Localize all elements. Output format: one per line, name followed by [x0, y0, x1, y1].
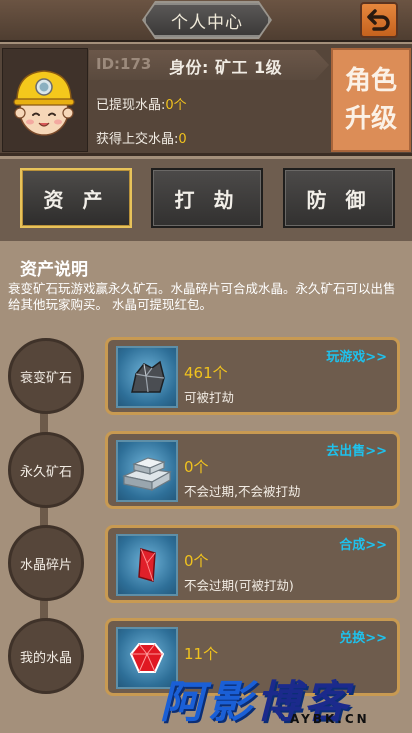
crystal-shard-icon	[116, 534, 178, 596]
asset-note: 不会过期(可被打劫)	[184, 578, 294, 593]
exchange-link[interactable]: 兑换>>	[339, 627, 387, 646]
tab-defense[interactable]: 防 御	[283, 168, 395, 228]
asset-note: 不会过期,不会被打劫	[184, 484, 301, 499]
avatar	[2, 48, 88, 152]
sell-link[interactable]: 去出售>>	[326, 440, 387, 459]
top-bar: 个人中心	[0, 0, 412, 42]
asset-count: 11个	[184, 645, 219, 663]
synthesize-link[interactable]: 合成>>	[339, 534, 387, 553]
play-game-link[interactable]: 玩游戏>>	[326, 346, 387, 365]
watermark-sub: AYBK.CN	[290, 712, 370, 726]
assets-description: 衰变矿石玩游戏赢永久矿石。水晶碎片可合成水晶。永久矿石可以出售给其他玩家购买。 …	[8, 281, 396, 312]
user-id: ID:173	[96, 55, 152, 73]
upgrade-label-line1: 角色	[344, 66, 397, 96]
asset-count: 461个	[184, 364, 228, 382]
withdrawn-crystal-stat: 已提现水晶:0个	[96, 94, 187, 113]
asset-label-permanent-ore: 永久矿石	[8, 432, 84, 508]
asset-card-crystal-shard: 0个 不会过期(可被打劫) 合成>>	[105, 525, 400, 603]
asset-label-my-crystal: 我的水晶	[8, 618, 84, 694]
tab-assets[interactable]: 资 产	[20, 168, 132, 228]
withdrawn-value: 0个	[165, 98, 187, 113]
permanent-ore-icon	[116, 440, 178, 502]
received-value: 0	[178, 132, 187, 147]
tab-rob[interactable]: 打 劫	[151, 168, 263, 228]
asset-count: 0个	[184, 458, 209, 476]
decaying-ore-icon	[116, 346, 178, 408]
back-button[interactable]	[360, 2, 398, 38]
role-upgrade-button[interactable]: 角色 升级	[331, 48, 411, 152]
page-title: 个人中心	[144, 3, 270, 37]
asset-count: 0个	[184, 552, 209, 570]
asset-note: 可被打劫	[184, 390, 235, 405]
profile-panel: ID:173 身份: 矿工 1级 已提现水晶:0个 获得上交水晶:0 角色 升级	[0, 44, 412, 156]
section-title: 资产说明	[20, 260, 88, 280]
withdrawn-label: 已提现水晶:	[96, 98, 166, 113]
miner-avatar-icon	[13, 70, 75, 136]
role-level: 身份: 矿工 1级	[169, 58, 283, 77]
upgrade-label-line2: 升级	[344, 104, 397, 134]
asset-card-decaying-ore: 461个 可被打劫 玩游戏>>	[105, 337, 400, 415]
back-arrow-icon	[367, 9, 390, 31]
asset-label-decaying-ore: 衰变矿石	[8, 338, 84, 414]
watermark-char-a: 阿	[160, 677, 208, 728]
watermark-char-b: 影	[208, 677, 256, 728]
watermark-logo: 阿影博客 AYBK.CN	[160, 666, 412, 733]
received-crystal-stat: 获得上交水晶:0	[96, 128, 187, 147]
received-label: 获得上交水晶:	[96, 132, 179, 147]
asset-card-permanent-ore: 0个 不会过期,不会被打劫 去出售>>	[105, 431, 400, 509]
asset-label-crystal-shard: 水晶碎片	[8, 525, 84, 601]
